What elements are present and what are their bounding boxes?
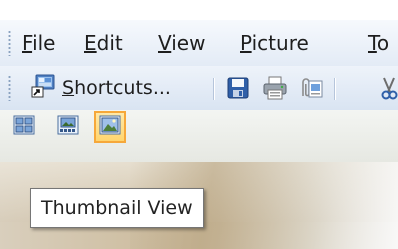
- thumbnail-view-button[interactable]: [94, 111, 126, 143]
- window: File Edit View Picture To Shortcuts... T…: [0, 0, 398, 249]
- save-icon: [226, 77, 250, 104]
- menu-edit-hotkey: E: [84, 31, 97, 55]
- shortcuts-label: Shortcuts...: [62, 77, 171, 99]
- menu-file-hotkey: F: [22, 31, 33, 55]
- menu-view[interactable]: View: [158, 32, 205, 54]
- menu-tools-label: o: [376, 31, 390, 55]
- shortcuts-icon: [30, 73, 56, 103]
- menu-view-label: iew: [171, 31, 206, 55]
- save-button[interactable]: [226, 76, 250, 100]
- menu-edit[interactable]: Edit: [84, 32, 123, 54]
- menu-edit-label: dit: [96, 31, 123, 55]
- cut-button[interactable]: [380, 76, 398, 100]
- attach-button[interactable]: [298, 76, 323, 100]
- menu-tools-hotkey: T: [368, 31, 377, 55]
- menu-picture-hotkey: P: [240, 31, 252, 55]
- view-mode-bar: [0, 110, 398, 162]
- standard-toolbar: Shortcuts...: [0, 66, 398, 111]
- attach-icon: [298, 78, 324, 104]
- cut-icon: [380, 77, 398, 104]
- toolbar-grip[interactable]: [8, 75, 11, 101]
- shortcuts-hotkey: S: [62, 77, 75, 99]
- menu-view-hotkey: V: [158, 31, 172, 55]
- menu-picture-label: icture: [251, 31, 309, 55]
- shortcuts-button[interactable]: Shortcuts...: [30, 74, 171, 102]
- menu-bar: File Edit View Picture To: [0, 20, 398, 67]
- slideshow-view-button[interactable]: [52, 111, 84, 143]
- print-button[interactable]: [262, 76, 287, 100]
- toolbar-separator: [213, 78, 215, 100]
- shortcuts-text: hortcuts...: [74, 77, 171, 99]
- thumbnail-view-icon: [99, 115, 121, 139]
- slideshow-view-icon: [57, 115, 79, 139]
- menu-tools[interactable]: To: [368, 32, 389, 54]
- toolbar-separator-2: [334, 78, 336, 100]
- menu-grip[interactable]: [8, 30, 11, 56]
- tooltip: Thumbnail View: [30, 188, 204, 228]
- menu-file-label: ile: [32, 31, 56, 55]
- print-icon: [262, 76, 288, 104]
- filmstrip-view-icon: [13, 115, 35, 139]
- menu-file[interactable]: File: [22, 32, 55, 54]
- menu-picture[interactable]: Picture: [240, 32, 309, 54]
- filmstrip-view-button[interactable]: [8, 111, 40, 143]
